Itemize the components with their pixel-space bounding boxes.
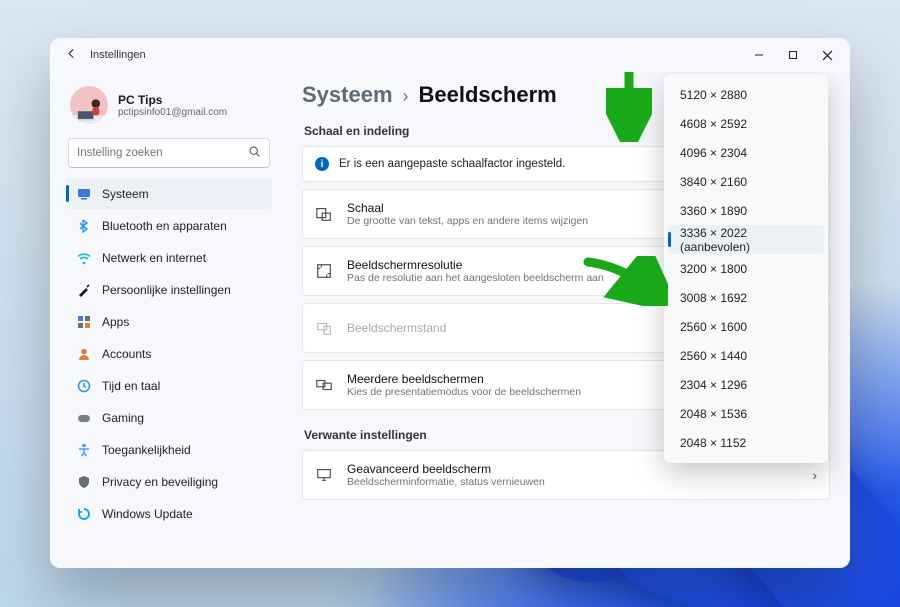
titlebar: Instellingen	[50, 38, 850, 72]
profile-block[interactable]: PC Tips pctipsinfo01@gmail.com	[66, 78, 272, 136]
resolution-option[interactable]: 4096 × 2304	[668, 138, 824, 167]
resolution-option[interactable]: 2560 × 1440	[668, 341, 824, 370]
setting-desc: Kies de presentatiemodus voor de beeldsc…	[347, 386, 581, 398]
sidebar-item-brush[interactable]: Persoonlijke instellingen	[66, 274, 272, 305]
sidebar-item-display[interactable]: Systeem	[66, 178, 272, 209]
sidebar-item-label: Toegankelijkheid	[102, 443, 191, 457]
banner-text: Er is een aangepaste schaalfactor ingest…	[339, 158, 565, 170]
sidebar-item-label: Accounts	[102, 347, 151, 361]
setting-desc: Beeldscherminformatie, status vernieuwen	[347, 476, 545, 488]
game-icon	[76, 410, 92, 426]
shield-icon	[76, 474, 92, 490]
settings-window: Instellingen	[50, 38, 850, 568]
info-icon: i	[315, 157, 329, 171]
access-icon	[76, 442, 92, 458]
setting-title: Beeldschermresolutie	[347, 258, 604, 272]
sidebar-item-shield[interactable]: Privacy en beveiliging	[66, 466, 272, 497]
chevron-right-icon: ›	[403, 86, 409, 107]
profile-email: pctipsinfo01@gmail.com	[118, 107, 227, 118]
search-input[interactable]	[77, 147, 248, 159]
multiple-displays-icon	[315, 376, 333, 394]
orientation-icon	[315, 319, 333, 337]
display-icon	[76, 186, 92, 202]
sidebar-item-bluetooth[interactable]: Bluetooth en apparaten	[66, 210, 272, 241]
minimize-button[interactable]	[742, 40, 776, 70]
resolution-option[interactable]: 3008 × 1692	[668, 283, 824, 312]
breadcrumb-current: Beeldscherm	[419, 82, 557, 108]
maximize-button[interactable]	[776, 40, 810, 70]
sidebar-item-label: Gaming	[102, 411, 144, 425]
sidebar-item-label: Persoonlijke instellingen	[102, 283, 231, 297]
close-button[interactable]	[810, 40, 844, 70]
bluetooth-icon	[76, 218, 92, 234]
resolution-option[interactable]: 2560 × 1600	[668, 312, 824, 341]
sidebar-item-label: Apps	[102, 315, 129, 329]
sidebar: PC Tips pctipsinfo01@gmail.com Systeem Bl…	[50, 72, 282, 568]
resolution-option[interactable]: 2304 × 1296	[668, 370, 824, 399]
sidebar-item-label: Bluetooth en apparaten	[102, 219, 227, 233]
resolution-option[interactable]: 4608 × 2592	[668, 109, 824, 138]
back-button[interactable]	[62, 47, 80, 63]
sidebar-item-label: Netwerk en internet	[102, 251, 206, 265]
wifi-icon	[76, 250, 92, 266]
resolution-option[interactable]: 3200 × 1800	[668, 254, 824, 283]
setting-desc: De grootte van tekst, apps en andere ite…	[347, 215, 588, 227]
sidebar-item-wifi[interactable]: Netwerk en internet	[66, 242, 272, 273]
sidebar-item-person[interactable]: Accounts	[66, 338, 272, 369]
update-icon	[76, 506, 92, 522]
main-content: Systeem › Beeldscherm Schaal en indeling…	[282, 72, 850, 568]
clock-icon	[76, 378, 92, 394]
brush-icon	[76, 282, 92, 298]
sidebar-item-update[interactable]: Windows Update	[66, 498, 272, 529]
sidebar-item-game[interactable]: Gaming	[66, 402, 272, 433]
resolution-option[interactable]: 2048 × 1152	[668, 428, 824, 457]
breadcrumb-parent[interactable]: Systeem	[302, 82, 393, 108]
setting-title: Schaal	[347, 201, 588, 215]
sidebar-item-label: Tijd en taal	[102, 379, 160, 393]
resolution-dropdown[interactable]: 5120 × 28804608 × 25924096 × 23043840 × …	[664, 74, 828, 463]
setting-desc: Pas de resolutie aan het aangesloten bee…	[347, 272, 604, 284]
resolution-option[interactable]: 3336 × 2022 (aanbevolen)	[668, 225, 824, 254]
setting-title: Meerdere beeldschermen	[347, 372, 581, 386]
resolution-option[interactable]: 2048 × 1536	[668, 399, 824, 428]
sidebar-item-label: Windows Update	[102, 507, 193, 521]
resolution-option[interactable]: 5120 × 2880	[668, 80, 824, 109]
resolution-option[interactable]: 3360 × 1890	[668, 196, 824, 225]
apps-icon	[76, 314, 92, 330]
sidebar-item-label: Privacy en beveiliging	[102, 475, 218, 489]
scale-icon	[315, 205, 333, 223]
sidebar-item-label: Systeem	[102, 187, 149, 201]
nav-list: Systeem Bluetooth en apparaten Netwerk en …	[66, 178, 272, 529]
monitor-icon	[315, 466, 333, 484]
person-icon	[76, 346, 92, 362]
search-box[interactable]	[68, 138, 270, 168]
avatar	[70, 86, 108, 124]
setting-title: Geavanceerd beeldscherm	[347, 462, 545, 476]
resolution-option[interactable]: 3840 × 2160	[668, 167, 824, 196]
sidebar-item-apps[interactable]: Apps	[66, 306, 272, 337]
chevron-right-icon: ›	[812, 467, 817, 483]
search-icon	[248, 145, 261, 161]
setting-title: Beeldschermstand	[347, 321, 446, 335]
sidebar-item-access[interactable]: Toegankelijkheid	[66, 434, 272, 465]
resolution-icon	[315, 262, 333, 280]
sidebar-item-clock[interactable]: Tijd en taal	[66, 370, 272, 401]
profile-name: PC Tips	[118, 93, 227, 107]
window-title: Instellingen	[90, 49, 146, 61]
